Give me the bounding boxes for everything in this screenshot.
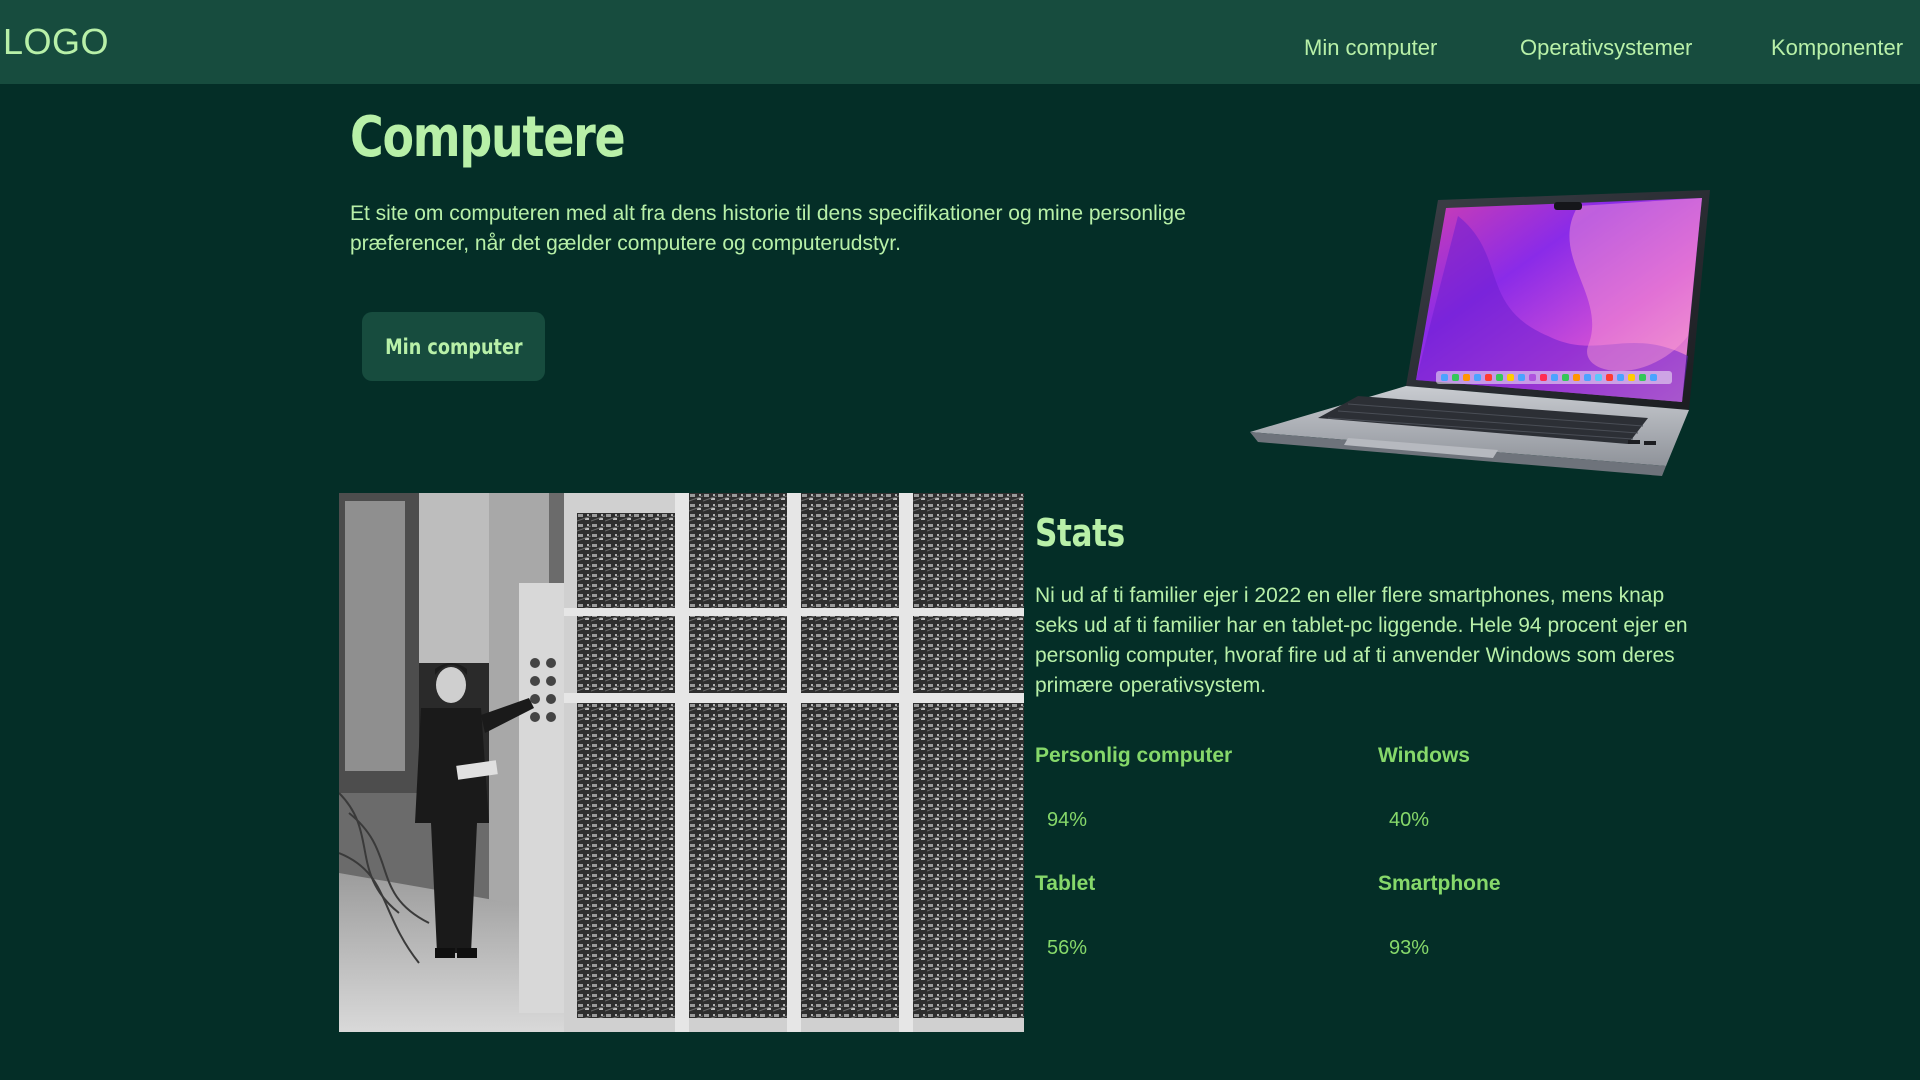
site-logo[interactable]: LOGO xyxy=(3,20,109,64)
stats-description: Ni ud af ti familier ejer i 2022 en elle… xyxy=(1035,584,1688,697)
nav-link-komponenter[interactable]: Komponenter xyxy=(1771,34,1903,62)
page-title: Computere xyxy=(350,105,626,170)
stat-value-smartphone: 93% xyxy=(1389,937,1430,959)
stat-label-personlig-computer: Personlig computer xyxy=(1035,744,1233,767)
laptop-image xyxy=(1250,190,1710,476)
nav-link-min-computer[interactable]: Min computer xyxy=(1304,34,1437,62)
stat-label-windows: Windows xyxy=(1378,744,1470,767)
stat-value-personlig-computer: 94% xyxy=(1047,809,1088,831)
stat-label-smartphone: Smartphone xyxy=(1378,872,1501,895)
min-computer-button-label: Min computer xyxy=(384,334,523,359)
hero-description: Et site om computeren med alt fra dens h… xyxy=(350,202,1186,255)
min-computer-button[interactable]: Min computer xyxy=(362,312,545,381)
stats-heading: Stats xyxy=(1035,511,1125,555)
stat-label-tablet: Tablet xyxy=(1035,872,1096,895)
stat-value-tablet: 56% xyxy=(1047,937,1088,959)
nav-link-operativsystemer[interactable]: Operativsystemer xyxy=(1520,34,1692,62)
top-navigation-bar: LOGO Min computer Operativsystemer Kompo… xyxy=(0,0,1920,84)
vintage-computer-photo xyxy=(339,493,1024,1032)
stat-value-windows: 40% xyxy=(1389,809,1430,831)
